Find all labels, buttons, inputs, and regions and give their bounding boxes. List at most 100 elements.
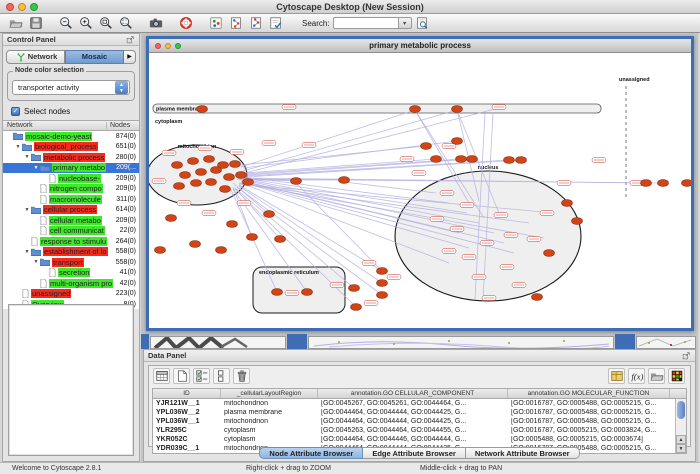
network-node[interactable] [190, 241, 201, 248]
network-node[interactable] [377, 292, 388, 299]
tree-row[interactable]: ▼primary metabo209(... [3, 163, 139, 174]
background-window[interactable] [636, 336, 696, 349]
table-row[interactable]: YJR121W__1mitochondrion[GO:0045267, GO:0… [153, 399, 686, 408]
network-node[interactable] [220, 186, 231, 193]
scrollbar-thumb[interactable] [677, 401, 685, 419]
network-node[interactable] [211, 167, 222, 174]
network-node[interactable] [172, 162, 183, 169]
open-icon[interactable] [7, 15, 25, 31]
tab-network[interactable]: Network [6, 50, 65, 64]
search-dropdown-button[interactable]: ▾ [399, 17, 412, 29]
tree-row[interactable]: ▼cellular process614(0) [3, 205, 139, 216]
network-node[interactable] [431, 156, 442, 163]
network-node[interactable] [377, 280, 388, 287]
network-node[interactable] [196, 169, 207, 176]
scroll-up-button[interactable]: ▲ [676, 435, 686, 444]
layout-b-icon[interactable] [247, 15, 265, 31]
layout-a-icon[interactable] [227, 15, 245, 31]
network-node[interactable] [349, 285, 360, 292]
table-row[interactable]: YKR052Ccytoplasm[GO:0044464, GO:0044446,… [153, 435, 686, 444]
tree-row[interactable]: secretion41(0) [3, 268, 139, 279]
zoom-selected-icon[interactable] [117, 15, 135, 31]
network-canvas[interactable]: plasma membranecytoplasmmitochondrionnuc… [149, 53, 691, 328]
network-node[interactable] [224, 174, 235, 181]
background-window-border[interactable] [615, 334, 635, 349]
disclosure-arrow-icon[interactable]: ▼ [23, 154, 31, 160]
network-window-titlebar[interactable]: primary metabolic process [149, 39, 691, 53]
network-node[interactable] [532, 294, 543, 301]
disclosure-arrow-icon[interactable]: ▼ [23, 207, 31, 213]
tree-row[interactable]: ▼biological_process651(0) [3, 142, 139, 153]
network-node[interactable] [410, 106, 421, 113]
edit-network-icon[interactable] [267, 15, 285, 31]
network-node[interactable] [302, 289, 313, 296]
select-attributes-icon[interactable] [193, 368, 210, 384]
tree-row[interactable]: response to stimulu264(0) [3, 236, 139, 247]
network-node[interactable] [658, 180, 669, 187]
open-file-icon[interactable] [648, 368, 665, 384]
background-window-border[interactable] [287, 334, 307, 349]
network-node[interactable] [452, 138, 463, 145]
network-node[interactable] [204, 156, 215, 163]
import-table-icon[interactable] [608, 368, 625, 384]
network-node[interactable] [247, 234, 258, 241]
tree-col-network[interactable]: Network [3, 122, 107, 129]
disclosure-arrow-icon[interactable]: ▼ [23, 249, 31, 255]
disclosure-arrow-icon[interactable]: ▼ [32, 165, 40, 171]
tree-row[interactable]: unassigned223(0) [3, 289, 139, 300]
network-node[interactable] [544, 250, 555, 257]
network-node[interactable] [227, 221, 238, 228]
network-node[interactable] [230, 161, 241, 168]
unselect-attributes-icon[interactable] [213, 368, 230, 384]
network-node[interactable] [641, 180, 652, 187]
tree-col-nodes[interactable]: Nodes [107, 122, 139, 129]
background-window[interactable] [308, 336, 614, 349]
zoom-fit-icon[interactable] [97, 15, 115, 31]
float-icon[interactable] [126, 35, 135, 44]
network-node[interactable] [216, 247, 227, 254]
birds-eye-view[interactable] [8, 304, 134, 456]
tab-network-attribute-browser[interactable]: Network Attribute Browser [466, 447, 580, 459]
zoom-out-icon[interactable] [57, 15, 75, 31]
background-window[interactable] [150, 336, 286, 349]
advanced-search-icon[interactable] [413, 15, 431, 31]
network-node[interactable] [197, 106, 208, 113]
tab-node-attribute-browser[interactable]: Node Attribute Browser [259, 447, 363, 459]
network-node[interactable] [682, 180, 692, 187]
column-header[interactable]: ID [153, 389, 221, 398]
table-row[interactable]: YPL036W__2plasma membrane[GO:0044464, GO… [153, 408, 686, 417]
tree-row[interactable]: cellular metabo209(0) [3, 215, 139, 226]
network-node[interactable] [351, 304, 362, 311]
network-node[interactable] [166, 215, 177, 222]
tree-row[interactable]: nucleobase-209(0) [3, 173, 139, 184]
background-window-border[interactable] [141, 334, 149, 349]
new-attribute-icon[interactable] [173, 368, 190, 384]
network-node[interactable] [236, 172, 247, 179]
node-color-select[interactable]: transporter activity ▲▼ [12, 80, 130, 95]
delete-attribute-icon[interactable] [233, 368, 250, 384]
tab-edge-attribute-browser[interactable]: Edge Attribute Browser [363, 447, 465, 459]
tree-row[interactable]: ▼establishment of lo558(0) [3, 247, 139, 258]
network-node[interactable] [155, 247, 166, 254]
network-node[interactable] [206, 179, 217, 186]
table-row[interactable]: YLR295Ccytoplasm[GO:0045263, GO:0044464,… [153, 426, 686, 435]
network-node[interactable] [377, 268, 388, 275]
network-node[interactable] [339, 177, 350, 184]
save-icon[interactable] [27, 15, 45, 31]
tree-row[interactable]: macromolecule311(0) [3, 194, 139, 205]
select-nodes-checkbox[interactable]: ✓ [11, 107, 20, 116]
column-header[interactable]: annotation.GO MOLECULAR_FUNCTION [508, 389, 670, 398]
help-icon[interactable] [177, 15, 195, 31]
network-node[interactable] [467, 156, 478, 163]
network-node[interactable] [275, 236, 286, 243]
tab-overflow-button[interactable]: ▶ [124, 50, 136, 64]
network-node[interactable] [562, 200, 573, 207]
float-icon[interactable] [682, 351, 691, 360]
tree-row[interactable]: cell communicat22(0) [3, 226, 139, 237]
network-node[interactable] [272, 289, 283, 296]
tree-row[interactable]: ▼transport558(0) [3, 257, 139, 268]
network-node[interactable] [504, 157, 515, 164]
tree-row[interactable]: nitrogen compo209(0) [3, 184, 139, 195]
snapshot-icon[interactable] [147, 15, 165, 31]
network-node[interactable] [456, 156, 467, 163]
